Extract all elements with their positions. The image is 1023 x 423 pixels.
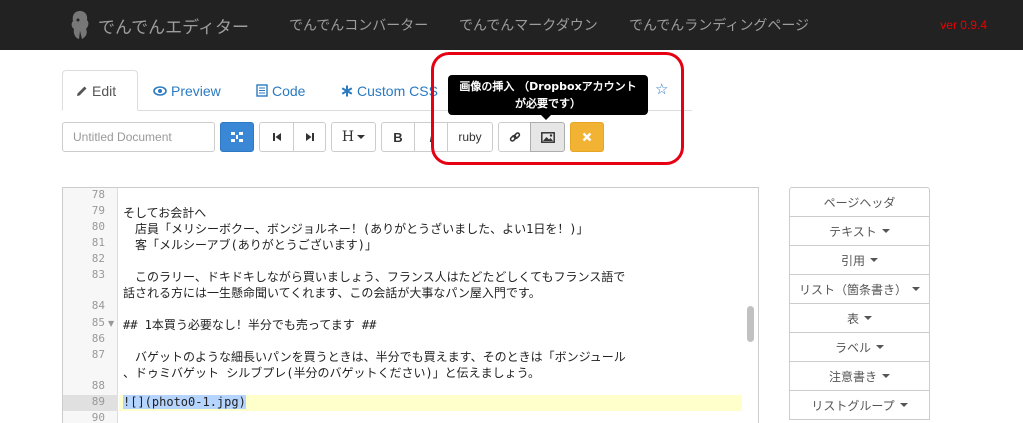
annotation-highlight-ring bbox=[431, 52, 684, 165]
line-number: 88 bbox=[91, 379, 105, 392]
asterisk-icon bbox=[341, 85, 353, 96]
line-number: 78 bbox=[91, 188, 105, 201]
tab-preview[interactable]: Preview bbox=[153, 70, 221, 111]
caret-down-icon bbox=[882, 374, 890, 378]
tab-label: Preview bbox=[171, 82, 221, 99]
pencil-icon bbox=[77, 86, 87, 96]
selected-code-line: ![](photo0-1.jpg) bbox=[123, 395, 246, 409]
code-line: このラリー、ドキドキしながら買いましょう、フランス人はたどたどしくてもフランス語… bbox=[123, 270, 626, 284]
code-line: 客「メルシーアブ(ありがとうございます)」 bbox=[123, 238, 377, 252]
top-navbar: でんでんエディター でんでんコンバーター でんでんマークダウン でんでんランディ… bbox=[0, 0, 1023, 50]
line-number: 84 bbox=[91, 299, 105, 312]
nav-link-markdown[interactable]: でんでんマークダウン bbox=[459, 15, 598, 35]
caret-down-icon bbox=[357, 135, 366, 139]
tab-label: Code bbox=[272, 82, 306, 99]
markdown-editor[interactable]: 78 79 80 81 82 83 84 85 ▼ 86 87 88 89 90… bbox=[62, 187, 759, 423]
code-line: バゲットのような細長いパンを買うときは、半分でも買えます、そのときは「ボンジュー… bbox=[123, 350, 626, 364]
line-number: 80 bbox=[91, 220, 105, 233]
snippet-text[interactable]: テキスト bbox=[789, 216, 930, 246]
nav-link-converter[interactable]: でんでんコンバーター bbox=[289, 15, 428, 35]
go-to-end-button[interactable] bbox=[293, 122, 326, 152]
caret-down-icon bbox=[864, 316, 872, 320]
code-line: 話される方には一生懸命聞いてくれます、この会話が大事なパン屋入門です。 bbox=[123, 286, 541, 300]
snippet-label: テキスト bbox=[829, 224, 877, 239]
snippet-list-group[interactable]: リストグループ bbox=[789, 390, 930, 420]
snippet-label: ラベル bbox=[834, 340, 871, 355]
snippet-page-header[interactable]: ページヘッダ bbox=[789, 187, 930, 217]
tab-custom-css[interactable]: Custom CSS bbox=[341, 70, 438, 111]
bold-label: B bbox=[393, 129, 403, 145]
line-number: 79 bbox=[91, 204, 105, 217]
snippet-note[interactable]: 注意書き bbox=[789, 361, 930, 391]
caret-down-icon bbox=[870, 258, 878, 262]
tab-edit[interactable]: Edit bbox=[62, 70, 138, 111]
snippet-label-item[interactable]: ラベル bbox=[789, 332, 930, 362]
caret-down-icon bbox=[899, 403, 908, 407]
line-number: 81 bbox=[91, 236, 105, 249]
snippet-label: 引用 bbox=[840, 253, 865, 268]
code-line: そしてお会計へ bbox=[123, 206, 207, 220]
heading-dropdown-button[interactable]: H bbox=[331, 122, 376, 152]
snippet-label: 注意書き bbox=[828, 369, 877, 384]
bold-button[interactable]: B bbox=[381, 122, 415, 152]
line-number: 85 bbox=[91, 316, 105, 329]
sitemap-icon bbox=[231, 132, 243, 142]
version-label: ver 0.9.4 bbox=[940, 18, 987, 32]
snippet-quote[interactable]: 引用 bbox=[789, 245, 930, 275]
snippet-label: ページヘッダ bbox=[823, 195, 896, 210]
brand-logo-icon bbox=[71, 11, 89, 39]
caret-down-icon bbox=[881, 229, 890, 233]
editor-scrollbar[interactable] bbox=[747, 306, 754, 342]
line-number: 83 bbox=[91, 268, 105, 281]
line-number: 89 bbox=[91, 395, 105, 408]
snippet-table[interactable]: 表 bbox=[789, 303, 930, 333]
line-number: 87 bbox=[91, 348, 105, 361]
document-title-input[interactable] bbox=[62, 122, 215, 152]
code-line: 、ドゥミバゲット シルブプレ(半分のバゲットください)」と伝えましょう。 bbox=[123, 366, 540, 380]
snippet-label: リスト（箇条書き） bbox=[798, 282, 907, 297]
snippet-list[interactable]: リスト（箇条書き） bbox=[789, 274, 930, 304]
caret-down-icon bbox=[912, 287, 920, 291]
line-number: 90 bbox=[91, 411, 105, 423]
code-file-icon bbox=[256, 84, 268, 97]
caret-down-icon bbox=[876, 345, 884, 349]
line-number: 86 bbox=[91, 332, 105, 345]
step-forward-icon bbox=[305, 133, 314, 141]
go-to-start-button[interactable] bbox=[259, 122, 294, 152]
snippet-label: 表 bbox=[846, 311, 859, 326]
snippet-label: リストグループ bbox=[811, 398, 895, 413]
code-line: ## 1本買う必要なし！半分でも売ってます ## bbox=[123, 318, 377, 332]
fold-arrow-icon[interactable]: ▼ bbox=[108, 319, 114, 328]
tab-label: Edit bbox=[92, 82, 117, 99]
line-number: 82 bbox=[91, 252, 105, 265]
brand[interactable]: でんでんエディター bbox=[68, 8, 249, 42]
heading-label: H bbox=[341, 129, 355, 145]
eye-icon bbox=[153, 85, 167, 96]
tab-code[interactable]: Code bbox=[256, 70, 305, 111]
brand-name: でんでんエディター bbox=[98, 17, 249, 38]
save-button[interactable] bbox=[220, 122, 254, 152]
tab-label: Custom CSS bbox=[357, 82, 438, 99]
step-backward-icon bbox=[272, 133, 281, 141]
nav-link-landing-page[interactable]: でんでんランディングページ bbox=[629, 15, 809, 35]
code-line: 店員「メリシーボクー、ボンジョルネー！(ありがとうざいました、よい1日を！)」 bbox=[123, 222, 589, 236]
